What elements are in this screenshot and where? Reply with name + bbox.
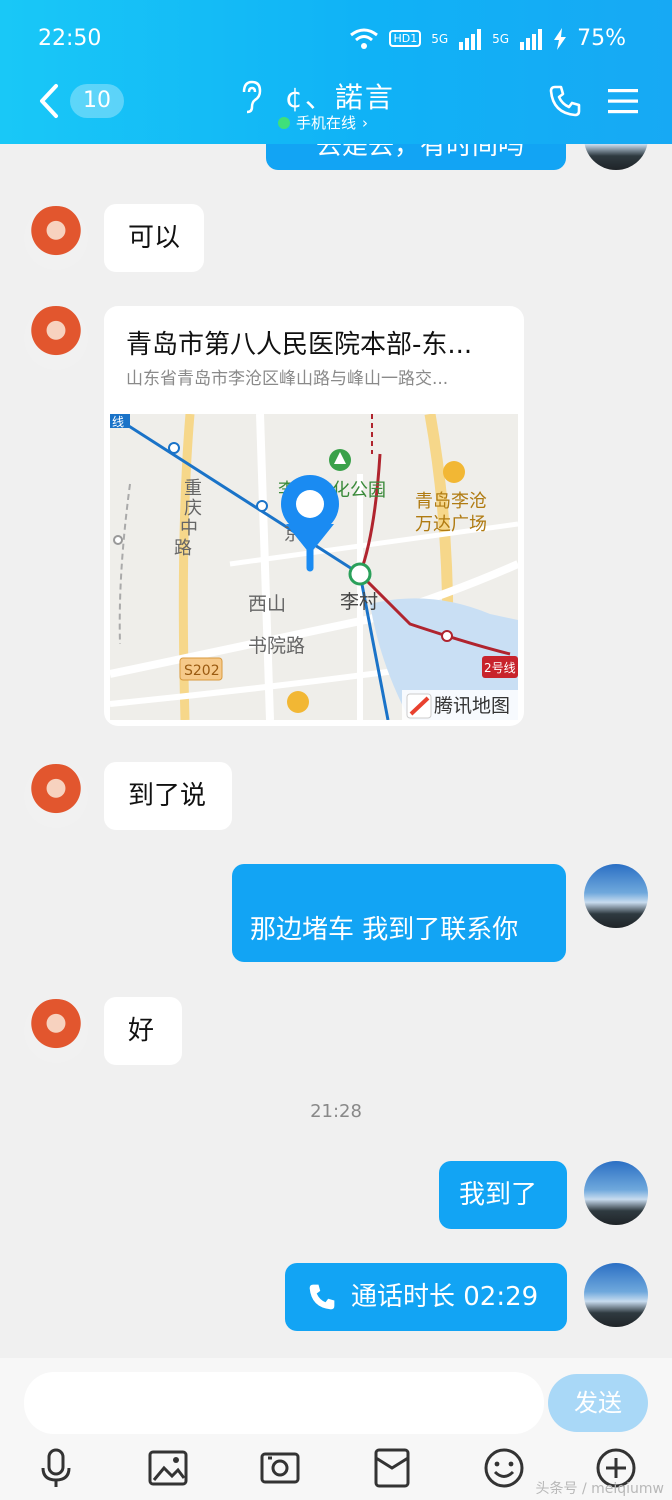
map-label-road-3: 中 <box>180 518 198 539</box>
map-label-line-2: 2号线 <box>484 661 516 675</box>
camera-icon[interactable] <box>258 1446 302 1490</box>
map-label-road-2: 庆 <box>184 498 202 519</box>
my-avatar[interactable] <box>584 1263 648 1327</box>
map-label-licun: 李村 <box>340 591 378 613</box>
contact-name[interactable]: ¢、諾言 <box>285 76 395 116</box>
contact-avatar[interactable] <box>24 206 88 270</box>
online-dot-icon <box>278 116 290 129</box>
map-label-road-4: 路 <box>174 538 192 559</box>
unread-badge[interactable]: 10 <box>70 84 124 118</box>
chat-header: 22:50 HD1 5G 5G 75% 10 ¢、諾言 手机在线 › <box>0 0 672 144</box>
signal-icon-1 <box>459 28 482 50</box>
map-label-west-mountain: 西山 <box>248 593 286 615</box>
phone-icon[interactable] <box>548 84 582 118</box>
map-label-mall-1: 青岛李沧 <box>415 491 487 512</box>
chevron-right-icon: › <box>362 113 369 132</box>
map-label-s202: S202 <box>184 663 220 679</box>
red-packet-icon[interactable] <box>370 1446 414 1490</box>
wifi-icon <box>350 28 379 49</box>
message-bubble-outgoing[interactable]: 我到了 <box>439 1161 567 1229</box>
message-text: 那边堵车 我到了联系你 <box>250 915 519 945</box>
earpiece-mode-icon[interactable] <box>238 80 264 114</box>
online-status[interactable]: 手机在线 › <box>278 112 368 133</box>
message-bubble-incoming[interactable]: 到了说 <box>104 762 232 830</box>
map-brand-label: 腾讯地图 <box>434 695 510 717</box>
status-icons: HD1 5G 5G 75% <box>349 26 626 51</box>
call-duration: 通话时长 02:29 <box>351 1282 539 1312</box>
signal-5g-2-label: 5G <box>492 31 510 46</box>
contact-avatar[interactable] <box>24 306 88 370</box>
message-bubble-outgoing[interactable]: 那边堵车 我到了联系你 <box>232 864 566 962</box>
battery-percent: 75% <box>577 26 626 51</box>
status-time: 22:50 <box>38 26 102 51</box>
hd-icon: HD1 <box>389 30 422 47</box>
status-bar: 22:50 HD1 5G 5G 75% <box>38 24 626 56</box>
map-label-line-top: 线 <box>112 415 124 429</box>
map-label-road-1: 重 <box>184 478 202 499</box>
phone-icon <box>309 1284 335 1310</box>
message-text: 到了说 <box>128 781 207 811</box>
message-bubble-incoming[interactable]: 可以 <box>104 204 204 272</box>
send-button[interactable]: 发送 <box>548 1374 648 1432</box>
location-card[interactable]: 青岛市第八人民医院本部-东... 山东省青岛市李沧区峰山路与峰山一路交... 李… <box>104 306 524 726</box>
message-timestamp: 21:28 <box>310 1101 362 1122</box>
image-icon[interactable] <box>146 1446 190 1490</box>
charging-icon <box>554 27 567 50</box>
call-record-bubble[interactable]: 通话时长 02:29 <box>285 1263 567 1331</box>
message-text: 好 <box>128 1016 155 1046</box>
menu-icon[interactable] <box>606 86 640 116</box>
signal-icon-2 <box>520 28 543 50</box>
contact-avatar[interactable] <box>24 764 88 828</box>
microphone-icon[interactable] <box>34 1446 78 1490</box>
message-text: 我到了 <box>459 1180 538 1210</box>
message-text: 可以 <box>128 223 181 253</box>
location-address: 山东省青岛市李沧区峰山路与峰山一路交... <box>126 369 449 389</box>
signal-5g-1-label: 5G <box>431 31 449 46</box>
message-input[interactable] <box>24 1372 544 1434</box>
my-avatar[interactable] <box>584 864 648 928</box>
message-bubble-incoming[interactable]: 好 <box>104 997 182 1065</box>
location-title: 青岛市第八人民医院本部-东... <box>126 330 473 360</box>
map-preview[interactable]: 李沧文化公园 青岛李沧 万达广场 重 庆 中 路 西山 书院路 李村 京口 S2… <box>110 414 518 720</box>
contact-avatar[interactable] <box>24 999 88 1063</box>
watermark: 头条号 / meiqiumw <box>535 1481 665 1497</box>
back-arrow-icon[interactable] <box>36 82 64 120</box>
my-avatar[interactable] <box>584 1161 648 1225</box>
nav-bar: 10 ¢、諾言 手机在线 › <box>0 74 672 133</box>
map-label-shuyuan-road: 书院路 <box>248 635 305 657</box>
online-status-label: 手机在线 <box>296 114 357 132</box>
emoji-icon[interactable] <box>482 1446 526 1490</box>
map-label-mall-2: 万达广场 <box>415 514 487 535</box>
